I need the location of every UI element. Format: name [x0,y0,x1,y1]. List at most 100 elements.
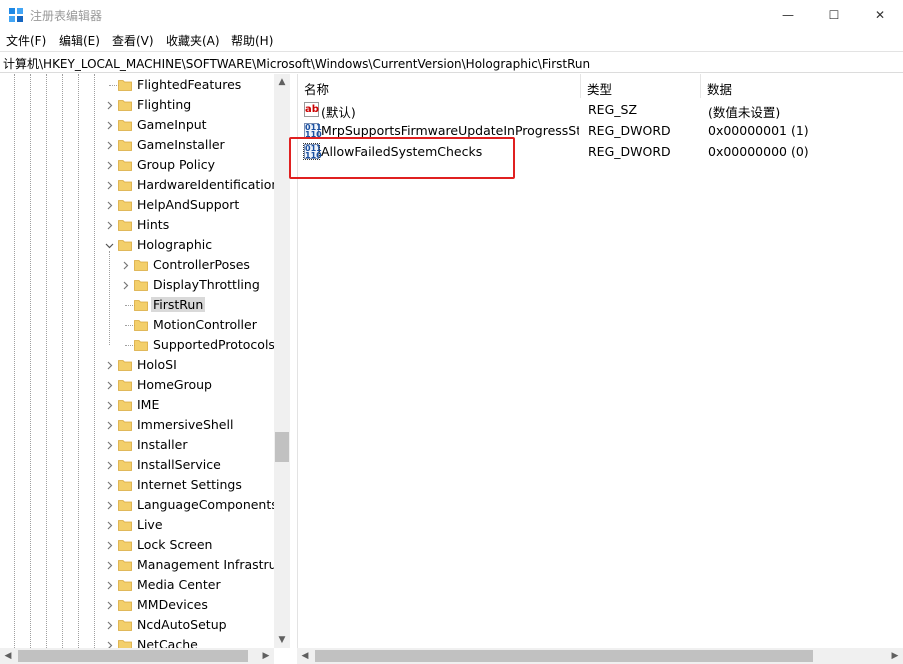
chevron-right-icon[interactable] [103,498,115,512]
folder-icon [118,418,132,432]
chevron-right-icon[interactable] [119,278,131,292]
chevron-right-icon[interactable] [103,598,115,612]
tree-hscroll-thumb[interactable] [18,650,248,662]
scroll-right-icon[interactable]: ▶ [258,648,274,664]
minimize-icon: — [782,8,794,22]
tree-item-label: HelpAndSupport [137,197,240,212]
menu-favorites[interactable]: 收藏夹(A) [166,32,220,49]
tree-item-label: ImmersiveShell [137,417,234,432]
chevron-right-icon[interactable] [103,158,115,172]
minimize-button[interactable]: — [765,0,811,30]
tree-item-label: Media Center [137,577,221,592]
tree-item[interactable]: HardwareIdentification [0,175,279,195]
tree-item-label: HoloSI [137,357,177,372]
maximize-button[interactable]: ☐ [811,0,857,30]
chevron-right-icon[interactable] [103,458,115,472]
list-item[interactable]: ab (默认) REG_SZ (数值未设置) [298,99,903,120]
chevron-down-icon[interactable] [103,238,115,252]
tree-item[interactable]: Internet Settings [0,475,274,495]
binary-value-icon: 011 110 [304,123,322,139]
tree-item-label: FlightedFeatures [137,77,242,92]
tree-item[interactable]: MMDevices [0,595,274,615]
tree-item[interactable]: LanguageComponentsI [0,495,281,515]
menu-bar: 文件(F) 编辑(E) 查看(V) 收藏夹(A) 帮助(H) [0,30,903,50]
tree-item[interactable]: Holographic [0,235,274,255]
tree-item[interactable]: Hints [0,215,274,235]
tree-item-label: DisplayThrottling [153,277,260,292]
tree-scroll-thumb[interactable] [275,432,289,462]
chevron-right-icon[interactable] [103,118,115,132]
tree-item[interactable]: SupportedProtocols [0,335,275,355]
tree-item[interactable]: NcdAutoSetup [0,615,274,635]
tree-item[interactable]: ImmersiveShell [0,415,274,435]
chevron-right-icon[interactable] [103,178,115,192]
tree-vertical-scrollbar[interactable]: ▲ ▼ [274,74,290,648]
menu-view[interactable]: 查看(V) [112,32,154,49]
menu-help[interactable]: 帮助(H) [231,32,273,49]
chevron-right-icon[interactable] [103,578,115,592]
column-type-header[interactable]: 类型 [581,74,701,98]
tree-item[interactable]: ControllerPoses [0,255,274,275]
list-hscroll-thumb[interactable] [315,650,813,662]
tree-item[interactable]: NetCache [0,635,274,648]
tree-item-label: Group Policy [137,157,215,172]
chevron-right-icon[interactable] [103,138,115,152]
tree-item[interactable]: GameInput [0,115,274,135]
folder-icon [134,258,148,272]
chevron-right-icon[interactable] [103,618,115,632]
tree-item[interactable]: InstallService [0,455,274,475]
tree-item[interactable]: Flighting [0,95,274,115]
tree-item-label: MMDevices [137,597,208,612]
scroll-left-icon[interactable]: ◀ [297,648,313,664]
tree-item[interactable]: Media Center [0,575,274,595]
address-bar[interactable]: 计算机\HKEY_LOCAL_MACHINE\SOFTWARE\Microsof… [0,51,903,73]
chevron-right-icon[interactable] [103,398,115,412]
chevron-right-icon[interactable] [103,478,115,492]
tree-horizontal-scrollbar[interactable]: ◀ ▶ [0,648,274,664]
highlight-annotation [289,137,515,179]
menu-edit[interactable]: 编辑(E) [59,32,100,49]
chevron-right-icon[interactable] [103,378,115,392]
chevron-right-icon[interactable] [103,538,115,552]
tree-item[interactable]: Lock Screen [0,535,274,555]
chevron-right-icon[interactable] [103,558,115,572]
scroll-down-icon[interactable]: ▼ [274,632,290,648]
chevron-right-icon[interactable] [103,638,115,648]
scroll-right-icon[interactable]: ▶ [887,648,903,664]
tree-item[interactable]: MotionController [0,315,274,335]
menu-file[interactable]: 文件(F) [6,32,46,49]
folder-icon [118,518,132,532]
tree-item[interactable]: Group Policy [0,155,274,175]
tree-item[interactable]: FirstRun [0,295,274,315]
column-name-header[interactable]: 名称 [298,74,581,98]
chevron-right-icon[interactable] [103,198,115,212]
address-path[interactable]: 计算机\HKEY_LOCAL_MACHINE\SOFTWARE\Microsof… [3,55,590,72]
close-button[interactable]: ✕ [857,0,903,30]
scroll-left-icon[interactable]: ◀ [0,648,16,664]
tree-item[interactable]: Management Infrastruc [0,555,283,575]
chevron-right-icon[interactable] [103,98,115,112]
tree-item-label: Hints [137,217,170,232]
folder-icon [118,498,132,512]
tree-item[interactable]: HoloSI [0,355,274,375]
tree-item-label: GameInput [137,117,207,132]
chevron-right-icon[interactable] [103,438,115,452]
tree-item[interactable]: Installer [0,435,274,455]
chevron-right-icon[interactable] [103,518,115,532]
tree-item[interactable]: HomeGroup [0,375,274,395]
chevron-right-icon[interactable] [119,258,131,272]
chevron-right-icon[interactable] [103,218,115,232]
chevron-right-icon[interactable] [103,418,115,432]
column-data-header[interactable]: 数据 [701,74,903,98]
folder-icon [134,338,148,352]
list-horizontal-scrollbar[interactable]: ◀ ▶ [297,648,903,664]
tree-item[interactable]: IME [0,395,274,415]
tree-item[interactable]: FlightedFeatures [0,75,274,95]
scroll-up-icon[interactable]: ▲ [274,74,290,90]
chevron-right-icon[interactable] [103,358,115,372]
folder-icon [118,478,132,492]
tree-item[interactable]: Live [0,515,274,535]
tree-item[interactable]: HelpAndSupport [0,195,274,215]
tree-item[interactable]: DisplayThrottling [0,275,274,295]
tree-item[interactable]: GameInstaller [0,135,274,155]
